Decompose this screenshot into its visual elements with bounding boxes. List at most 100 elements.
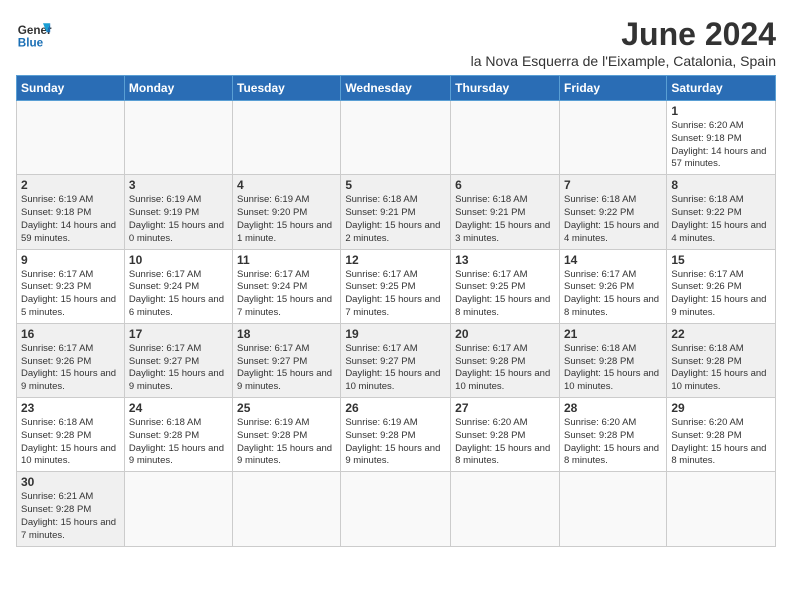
day-number: 5: [345, 178, 446, 192]
logo-icon: General Blue: [16, 16, 52, 52]
calendar-day-cell: 4 Sunrise: 6:19 AM Sunset: 9:20 PM Daylig…: [233, 175, 341, 249]
calendar-day-cell: 23 Sunrise: 6:18 AM Sunset: 9:28 PM Dayli…: [17, 398, 125, 472]
weekday-header-row: SundayMondayTuesdayWednesdayThursdayFrid…: [17, 76, 776, 101]
weekday-header: Monday: [124, 76, 232, 101]
title-block: June 2024 la Nova Esquerra de l'Eixample…: [471, 16, 776, 69]
day-number: 27: [455, 401, 555, 415]
calendar-day-cell: 24Sunrise: 6:18 AM Sunset: 9:28 PM Dayli…: [124, 398, 232, 472]
day-info: Sunrise: 6:20 AM Sunset: 9:28 PM Dayligh…: [455, 417, 555, 468]
day-number: 10: [129, 253, 228, 267]
day-number: 14: [564, 253, 662, 267]
day-number: 23: [21, 401, 120, 415]
calendar-day-cell: 1Sunrise: 6:20 AM Sunset: 9:18 PM Daylig…: [667, 101, 776, 175]
day-info: Sunrise: 6:17 AM Sunset: 9:25 PM Dayligh…: [455, 269, 555, 320]
calendar-day-cell: [341, 472, 451, 546]
weekday-header: Thursday: [451, 76, 560, 101]
day-info: Sunrise: 6:19 AM Sunset: 9:19 PM Dayligh…: [129, 194, 228, 245]
calendar-day-cell: 3 Sunrise: 6:19 AM Sunset: 9:19 PM Daylig…: [124, 175, 232, 249]
calendar-day-cell: 10 Sunrise: 6:17 AM Sunset: 9:24 PM Dayli…: [124, 249, 232, 323]
day-info: Sunrise: 6:17 AM Sunset: 9:26 PM Dayligh…: [564, 269, 662, 320]
calendar-day-cell: [341, 101, 451, 175]
day-number: 6: [455, 178, 555, 192]
day-number: 3: [129, 178, 228, 192]
weekday-header: Saturday: [667, 76, 776, 101]
calendar-day-cell: 25 Sunrise: 6:19 AM Sunset: 9:28 PM Dayli…: [233, 398, 341, 472]
calendar-table: SundayMondayTuesdayWednesdayThursdayFrid…: [16, 75, 776, 547]
calendar-week-row: 9 Sunrise: 6:17 AM Sunset: 9:23 PM Daylig…: [17, 249, 776, 323]
day-info: Sunrise: 6:19 AM Sunset: 9:28 PM Dayligh…: [345, 417, 446, 468]
calendar-day-cell: 21 Sunrise: 6:18 AM Sunset: 9:28 PM Dayli…: [559, 323, 666, 397]
day-info: Sunrise: 6:18 AM Sunset: 9:21 PM Dayligh…: [455, 194, 555, 245]
calendar-week-row: 16 Sunrise: 6:17 AM Sunset: 9:26 PM Dayli…: [17, 323, 776, 397]
day-info: Sunrise: 6:21 AM Sunset: 9:28 PM Dayligh…: [21, 491, 120, 542]
svg-text:Blue: Blue: [18, 37, 44, 50]
calendar-day-cell: 6 Sunrise: 6:18 AM Sunset: 9:21 PM Daylig…: [451, 175, 560, 249]
day-info: Sunrise: 6:18 AM Sunset: 9:28 PM Dayligh…: [671, 343, 771, 394]
weekday-header: Sunday: [17, 76, 125, 101]
day-info: Sunrise: 6:20 AM Sunset: 9:28 PM Dayligh…: [564, 417, 662, 468]
day-number: 16: [21, 327, 120, 341]
calendar-day-cell: [559, 101, 666, 175]
calendar-day-cell: 20Sunrise: 6:17 AM Sunset: 9:28 PM Dayli…: [451, 323, 560, 397]
day-number: 22: [671, 327, 771, 341]
day-number: 20: [455, 327, 555, 341]
day-number: 12: [345, 253, 446, 267]
calendar-day-cell: 8Sunrise: 6:18 AM Sunset: 9:22 PM Daylig…: [667, 175, 776, 249]
day-number: 21: [564, 327, 662, 341]
calendar-day-cell: 28 Sunrise: 6:20 AM Sunset: 9:28 PM Dayli…: [559, 398, 666, 472]
calendar-day-cell: 22 Sunrise: 6:18 AM Sunset: 9:28 PM Dayli…: [667, 323, 776, 397]
calendar-day-cell: 14 Sunrise: 6:17 AM Sunset: 9:26 PM Dayli…: [559, 249, 666, 323]
day-number: 26: [345, 401, 446, 415]
calendar-day-cell: 18Sunrise: 6:17 AM Sunset: 9:27 PM Dayli…: [233, 323, 341, 397]
day-number: 13: [455, 253, 555, 267]
day-info: Sunrise: 6:18 AM Sunset: 9:21 PM Dayligh…: [345, 194, 446, 245]
day-number: 28: [564, 401, 662, 415]
day-number: 25: [237, 401, 336, 415]
day-info: Sunrise: 6:17 AM Sunset: 9:23 PM Dayligh…: [21, 269, 120, 320]
day-number: 30: [21, 475, 120, 489]
day-number: 4: [237, 178, 336, 192]
calendar-day-cell: 19 Sunrise: 6:17 AM Sunset: 9:27 PM Dayli…: [341, 323, 451, 397]
calendar-day-cell: [451, 472, 560, 546]
logo: General Blue: [16, 16, 52, 52]
calendar-day-cell: 26 Sunrise: 6:19 AM Sunset: 9:28 PM Dayli…: [341, 398, 451, 472]
calendar-day-cell: 15 Sunrise: 6:17 AM Sunset: 9:26 PM Dayli…: [667, 249, 776, 323]
day-number: 19: [345, 327, 446, 341]
day-info: Sunrise: 6:17 AM Sunset: 9:24 PM Dayligh…: [129, 269, 228, 320]
calendar-day-cell: 13 Sunrise: 6:17 AM Sunset: 9:25 PM Dayli…: [451, 249, 560, 323]
calendar-week-row: 30 Sunrise: 6:21 AM Sunset: 9:28 PM Dayli…: [17, 472, 776, 546]
calendar-week-row: 2Sunrise: 6:19 AM Sunset: 9:18 PM Daylig…: [17, 175, 776, 249]
calendar-day-cell: [124, 472, 232, 546]
weekday-header: Friday: [559, 76, 666, 101]
calendar-day-cell: [233, 472, 341, 546]
calendar-day-cell: 5 Sunrise: 6:18 AM Sunset: 9:21 PM Daylig…: [341, 175, 451, 249]
day-number: 29: [671, 401, 771, 415]
day-info: Sunrise: 6:20 AM Sunset: 9:28 PM Dayligh…: [671, 417, 771, 468]
day-info: Sunrise: 6:17 AM Sunset: 9:26 PM Dayligh…: [671, 269, 771, 320]
calendar-day-cell: [124, 101, 232, 175]
location: la Nova Esquerra de l'Eixample, Cataloni…: [471, 53, 776, 69]
calendar-day-cell: [17, 101, 125, 175]
day-number: 15: [671, 253, 771, 267]
day-info: Sunrise: 6:19 AM Sunset: 9:28 PM Dayligh…: [237, 417, 336, 468]
day-info: Sunrise: 6:18 AM Sunset: 9:28 PM Dayligh…: [21, 417, 120, 468]
day-info: Sunrise: 6:19 AM Sunset: 9:20 PM Dayligh…: [237, 194, 336, 245]
day-info: Sunrise: 6:17 AM Sunset: 9:27 PM Dayligh…: [345, 343, 446, 394]
day-info: Sunrise: 6:18 AM Sunset: 9:22 PM Dayligh…: [564, 194, 662, 245]
day-info: Sunrise: 6:18 AM Sunset: 9:28 PM Dayligh…: [564, 343, 662, 394]
day-info: Sunrise: 6:17 AM Sunset: 9:24 PM Dayligh…: [237, 269, 336, 320]
calendar-day-cell: 16 Sunrise: 6:17 AM Sunset: 9:26 PM Dayli…: [17, 323, 125, 397]
day-info: Sunrise: 6:20 AM Sunset: 9:18 PM Dayligh…: [671, 120, 771, 171]
calendar-day-cell: 12Sunrise: 6:17 AM Sunset: 9:25 PM Dayli…: [341, 249, 451, 323]
calendar-day-cell: [667, 472, 776, 546]
calendar-day-cell: 7Sunrise: 6:18 AM Sunset: 9:22 PM Daylig…: [559, 175, 666, 249]
calendar-day-cell: 2Sunrise: 6:19 AM Sunset: 9:18 PM Daylig…: [17, 175, 125, 249]
day-number: 9: [21, 253, 120, 267]
month-title: June 2024: [471, 16, 776, 53]
day-number: 11: [237, 253, 336, 267]
day-info: Sunrise: 6:17 AM Sunset: 9:26 PM Dayligh…: [21, 343, 120, 394]
weekday-header: Tuesday: [233, 76, 341, 101]
weekday-header: Wednesday: [341, 76, 451, 101]
day-number: 8: [671, 178, 771, 192]
calendar-day-cell: 17Sunrise: 6:17 AM Sunset: 9:27 PM Dayli…: [124, 323, 232, 397]
